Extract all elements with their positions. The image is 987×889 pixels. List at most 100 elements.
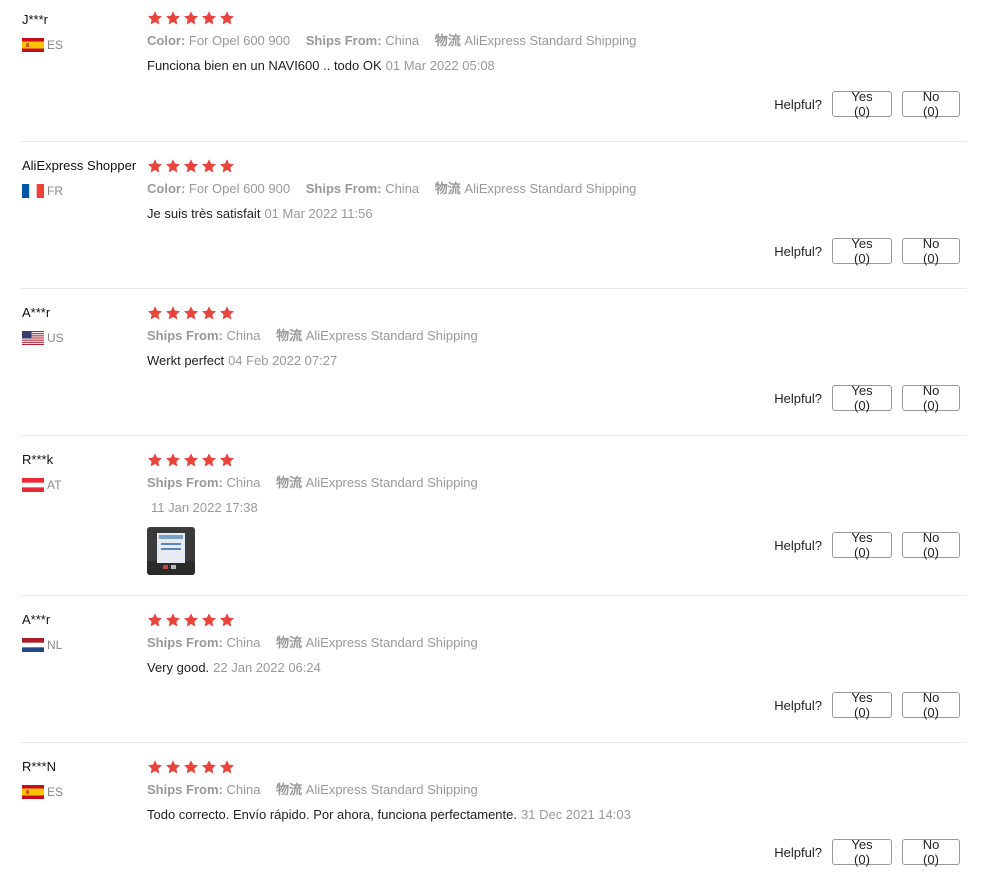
star-icon <box>220 306 234 320</box>
logistics-label: 物流 <box>434 181 461 196</box>
star-icon <box>184 760 198 774</box>
netherlands-flag-icon <box>22 638 44 652</box>
star-icon <box>220 760 234 774</box>
reviewer-country: US <box>22 331 146 345</box>
star-rating <box>147 305 966 321</box>
logistics-value: AliExpress Standard Shipping <box>305 782 478 797</box>
helpful-controls: Helpful? Yes (0) No (0) <box>774 89 960 119</box>
ships-from-value: China <box>226 475 261 490</box>
review-text: Werkt perfect <box>147 353 225 368</box>
star-icon <box>148 453 162 467</box>
logistics-label: 物流 <box>276 328 303 343</box>
star-icon <box>184 453 198 467</box>
reviewer-name: A***r <box>22 612 51 627</box>
helpful-no-button[interactable]: No (0) <box>902 837 960 867</box>
helpful-controls: Helpful? Yes (0) No (0) <box>774 236 960 266</box>
review-date: 01 Mar 2022 11:56 <box>264 206 373 221</box>
review-item: A***r NL Ships From: China 物流 AliExpress <box>21 596 966 743</box>
reviewer-country: ES <box>22 785 146 799</box>
star-icon <box>148 613 162 627</box>
star-icon <box>202 760 216 774</box>
star-rating <box>147 759 966 775</box>
helpful-no-button[interactable]: No (0) <box>902 690 960 720</box>
ships-from-label: Ships From: <box>147 635 223 650</box>
helpful-controls: Helpful? Yes (0) No (0) <box>774 383 960 413</box>
star-icon <box>166 159 180 173</box>
star-icon <box>184 306 198 320</box>
reviewer-info: R***k AT <box>22 452 146 492</box>
review-photo-thumbnail[interactable] <box>147 527 195 575</box>
star-rating <box>147 10 966 26</box>
austria-flag-icon <box>22 478 44 492</box>
reviewer-country: ES <box>22 38 146 52</box>
helpful-controls: Helpful? Yes (0) No (0) <box>774 690 960 720</box>
helpful-label: Helpful? <box>774 537 822 553</box>
order-attributes: Ships From: China 物流 AliExpress Standard… <box>147 635 966 651</box>
helpful-yes-button[interactable]: Yes (0) <box>832 89 892 119</box>
helpful-yes-button[interactable]: Yes (0) <box>832 690 892 720</box>
review-item: A***r US Ships From: China 物流 AliExpress… <box>21 289 966 436</box>
star-icon <box>202 11 216 25</box>
star-icon <box>202 306 216 320</box>
star-icon <box>220 11 234 25</box>
order-attributes: Ships From: China 物流 AliExpress Standard… <box>147 328 966 344</box>
review-text-row: Funciona bien en un NAVI600 .. todo OK 01… <box>147 58 966 74</box>
helpful-no-button[interactable]: No (0) <box>902 236 960 266</box>
ships-from-label: Ships From: <box>147 782 223 797</box>
star-rating <box>147 158 966 174</box>
helpful-yes-button[interactable]: Yes (0) <box>832 530 892 560</box>
review-text: Very good. <box>147 660 210 675</box>
color-label: Color: <box>147 181 186 196</box>
review-text-row: Werkt perfect 04 Feb 2022 07:27 <box>147 353 966 369</box>
reviewer-info: R***N ES <box>22 759 146 799</box>
order-attributes: Color: For Opel 600 900 Ships From: Chin… <box>147 181 966 197</box>
country-code: NL <box>47 638 63 652</box>
review-text: Todo correcto. Envío rápido. Por ahora, … <box>147 807 517 822</box>
order-attributes: Ships From: China 物流 AliExpress Standard… <box>147 475 966 491</box>
reviewer-country: NL <box>22 638 146 652</box>
reviewer-country: AT <box>22 478 146 492</box>
country-code: US <box>47 331 64 345</box>
reviewer-name: A***r <box>22 305 51 320</box>
star-icon <box>148 11 162 25</box>
helpful-no-button[interactable]: No (0) <box>902 383 960 413</box>
helpful-controls: Helpful? Yes (0) No (0) <box>774 530 960 560</box>
country-code: ES <box>47 38 64 52</box>
helpful-label: Helpful? <box>774 697 822 713</box>
order-attributes: Color: For Opel 600 900 Ships From: Chin… <box>147 33 966 49</box>
review-text-row: 11 Jan 2022 17:38 <box>147 500 966 516</box>
logistics-value: AliExpress Standard Shipping <box>464 181 637 196</box>
helpful-yes-button[interactable]: Yes (0) <box>832 236 892 266</box>
usa-flag-icon <box>22 331 44 345</box>
france-flag-icon <box>22 184 44 198</box>
reviewer-info: AliExpress Shopper FR <box>22 158 146 198</box>
star-icon <box>148 760 162 774</box>
logistics-value: AliExpress Standard Shipping <box>305 635 478 650</box>
review-date: 04 Feb 2022 07:27 <box>228 353 338 368</box>
ships-from-value: China <box>226 782 261 797</box>
star-icon <box>148 159 162 173</box>
review-text: Je suis très satisfait <box>147 206 261 221</box>
star-icon <box>148 306 162 320</box>
ships-from-value: China <box>226 635 261 650</box>
country-code: AT <box>47 478 62 492</box>
review-content: Ships From: China 物流 AliExpress Standard… <box>147 612 966 676</box>
helpful-controls: Helpful? Yes (0) No (0) <box>774 837 960 867</box>
country-code: FR <box>47 184 63 198</box>
star-icon <box>184 11 198 25</box>
review-content: Ships From: China 物流 AliExpress Standard… <box>147 759 966 823</box>
review-date: 11 Jan 2022 17:38 <box>151 500 258 515</box>
reviewer-info: A***r NL <box>22 612 146 652</box>
review-photo-image <box>147 527 195 575</box>
reviewer-name: J***r <box>22 12 49 27</box>
order-attributes: Ships From: China 物流 AliExpress Standard… <box>147 782 966 798</box>
star-icon <box>166 613 180 627</box>
helpful-yes-button[interactable]: Yes (0) <box>832 383 892 413</box>
ships-from-value: China <box>226 328 261 343</box>
logistics-label: 物流 <box>276 475 303 490</box>
logistics-label: 物流 <box>434 33 461 48</box>
helpful-yes-button[interactable]: Yes (0) <box>832 837 892 867</box>
reviewer-name: AliExpress Shopper <box>22 158 137 173</box>
helpful-no-button[interactable]: No (0) <box>902 89 960 119</box>
helpful-no-button[interactable]: No (0) <box>902 530 960 560</box>
